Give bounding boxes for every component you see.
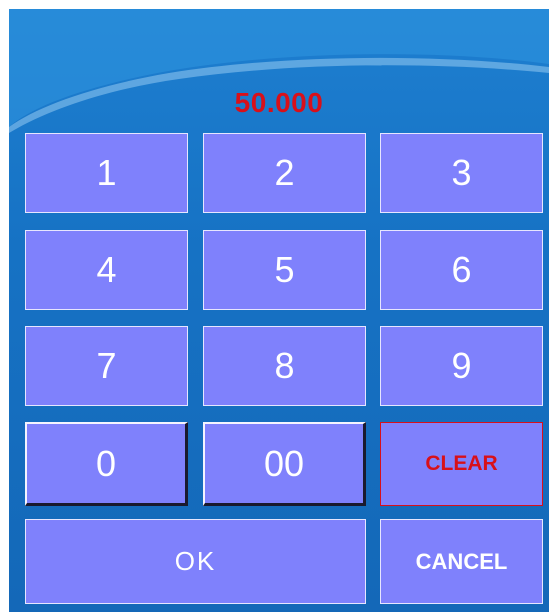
clear-button[interactable]: CLEAR (380, 422, 543, 506)
key-2[interactable]: 2 (203, 133, 366, 213)
key-6[interactable]: 6 (380, 230, 543, 310)
cancel-button[interactable]: CANCEL (380, 519, 543, 604)
key-5[interactable]: 5 (203, 230, 366, 310)
key-0[interactable]: 0 (25, 422, 188, 506)
key-8[interactable]: 8 (203, 326, 366, 406)
amount-display: 50.000 (234, 87, 324, 118)
key-9[interactable]: 9 (380, 326, 543, 406)
background-swoosh (9, 9, 549, 133)
key-00[interactable]: 00 (203, 422, 366, 506)
key-7[interactable]: 7 (25, 326, 188, 406)
numeric-keypad-dialog: 50.000 1 2 3 4 5 6 7 8 9 0 00 CLEAR OK C… (9, 9, 549, 612)
key-3[interactable]: 3 (380, 133, 543, 213)
key-1[interactable]: 1 (25, 133, 188, 213)
ok-button[interactable]: OK (25, 519, 366, 604)
key-4[interactable]: 4 (25, 230, 188, 310)
